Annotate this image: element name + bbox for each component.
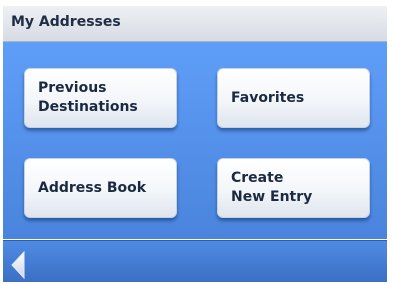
- previous-destinations-button[interactable]: Previous Destinations: [24, 68, 177, 128]
- address-book-label: Address Book: [38, 179, 147, 196]
- create-new-entry-button[interactable]: Create New Entry: [217, 158, 370, 218]
- back-arrow-icon: [11, 250, 25, 280]
- title-bar: My Addresses: [3, 6, 387, 42]
- bottom-bar: [3, 240, 387, 282]
- screen: My Addresses Previous Destinations Favor…: [0, 0, 393, 284]
- address-book-button[interactable]: Address Book: [24, 158, 177, 218]
- page-title: My Addresses: [11, 14, 121, 30]
- create-new-entry-label: Create New Entry: [231, 170, 313, 205]
- back-button[interactable]: [9, 250, 29, 280]
- menu-area: Previous Destinations Favorites Address …: [3, 42, 387, 239]
- favorites-label: Favorites: [231, 89, 305, 106]
- favorites-button[interactable]: Favorites: [217, 68, 370, 128]
- previous-destinations-label: Previous Destinations: [38, 80, 138, 115]
- device-display: My Addresses Previous Destinations Favor…: [3, 6, 387, 282]
